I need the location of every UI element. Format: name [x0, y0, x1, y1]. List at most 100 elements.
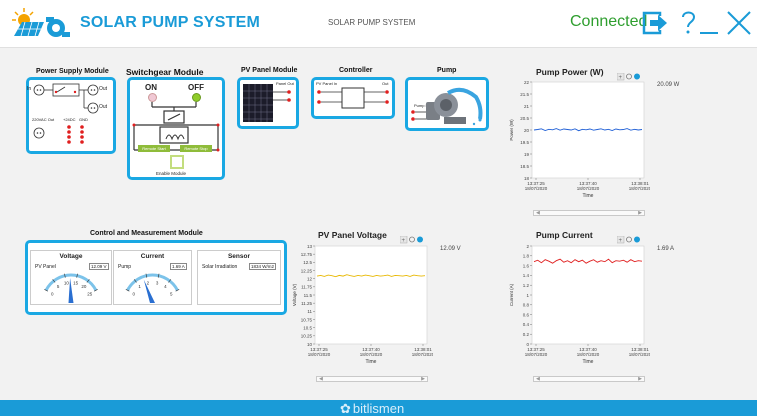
- pv-voltage-title: PV Panel Voltage: [318, 230, 387, 240]
- gauge-tick-label: 10: [64, 280, 70, 285]
- y-tick-label: 1: [526, 293, 529, 298]
- pv-panel-title: PV Panel Module: [241, 67, 298, 74]
- pv-panel-module[interactable]: Panel Out: [237, 77, 299, 129]
- pump-current-toolbar[interactable]: +: [616, 231, 641, 244]
- y-tick-label: 19: [524, 152, 530, 157]
- gauge-tick-label: 1: [138, 284, 141, 289]
- x-tick-date: 18/07/2020: [629, 186, 650, 191]
- solar-panel-icon: [243, 84, 291, 122]
- y-tick-label: 10.5: [303, 325, 312, 330]
- gauge-tick-label: 5: [170, 291, 173, 296]
- y-tick-label: 20.5: [520, 116, 529, 121]
- y-tick-label: 11.75: [301, 285, 312, 290]
- solar-pump-logo-icon: [10, 6, 72, 42]
- y-tick-label: 12: [307, 276, 313, 281]
- y-axis-label: Voltage (V): [292, 283, 297, 306]
- y-tick-label: 21: [524, 104, 530, 109]
- y-tick-label: 0.4: [523, 322, 530, 327]
- pv-voltage-reading: 12.09 V: [440, 246, 461, 252]
- sensor-panel-title: Sensor: [227, 253, 251, 260]
- dc-label: +24DC: [63, 117, 76, 122]
- x-tick-date: 18/07/2020: [308, 352, 331, 357]
- power-in-label: In: [27, 86, 32, 92]
- gauge-tick-label: 20: [81, 284, 87, 289]
- gauge-tick-label: 25: [87, 291, 93, 296]
- remote-start-button[interactable]: Remote Start: [138, 145, 170, 152]
- voltage-gauge: 05 10 152025: [44, 273, 98, 303]
- y-tick-label: 22: [524, 80, 530, 85]
- controller-title: Controller: [339, 67, 373, 74]
- remote-stop-button[interactable]: Remote Stop: [180, 145, 212, 152]
- x-tick-date: 18/07/2020: [577, 186, 600, 191]
- gauge-tick-label: 0: [133, 291, 136, 296]
- y-tick-label: 2: [526, 244, 529, 249]
- sensor-label: Solar Irradiation: [202, 264, 238, 270]
- y-tick-label: 11.5: [304, 293, 313, 298]
- sensor-panel: Sensor Solar Irradiation 1834 W/m2: [197, 250, 281, 305]
- sensor-value: 1834 W/m2: [249, 263, 277, 270]
- voltage-panel: Voltage PV Panel 12.09 V 0 5 10 15 20 25: [30, 250, 112, 305]
- x-tick-date: 18/07/2020: [525, 352, 548, 357]
- brand-logo: ✿ bitlismen: [340, 402, 404, 416]
- pv-voltage-toolbar[interactable]: +: [399, 231, 424, 244]
- y-tick-label: 10.25: [301, 334, 313, 339]
- controller-module[interactable]: PV Panel In Out: [311, 77, 395, 119]
- control-module-title: Control and Measurement Module: [90, 230, 203, 237]
- current-gauge: 01 2 345: [125, 273, 180, 303]
- y-tick-label: 10.75: [301, 317, 313, 322]
- pump-current-reading: 1.69 A: [657, 246, 675, 252]
- pump-power-toolbar[interactable]: +: [616, 68, 641, 81]
- y-tick-label: 11.25: [301, 301, 312, 306]
- pump-power-scrollbar[interactable]: ◀ ▶: [533, 210, 645, 216]
- gauge-tick-label: 15: [73, 280, 79, 285]
- y-tick-label: 0.6: [523, 312, 530, 317]
- y-tick-label: 1.4: [523, 273, 530, 278]
- app-header: SOLAR PUMP SYSTEM SOLAR PUMP SYSTEM Conn…: [0, 0, 757, 48]
- pump-power-chart: 2221.52120.52019.51918.51813:37:2518/07/…: [509, 80, 650, 199]
- window-title: SOLAR PUMP SYSTEM: [328, 18, 416, 27]
- pump-current-title: Pump Current: [536, 230, 593, 240]
- brand-flower-icon: ✿: [340, 401, 351, 416]
- gauge-tick-label: 0: [51, 291, 54, 296]
- app-footer: ✿ bitlismen: [0, 400, 757, 416]
- power-supply-title: Power Supply Module: [36, 68, 109, 75]
- gauge-tick-label: 5: [57, 284, 60, 289]
- pv-voltage-scrollbar[interactable]: ◀ ▶: [316, 376, 428, 382]
- y-tick-label: 13: [307, 244, 313, 249]
- x-tick-date: 18/07/2020: [412, 352, 433, 357]
- pump-current-chart: 21.81.61.41.210.80.60.40.2013:37:2518/07…: [509, 244, 650, 365]
- pump-icon: [411, 87, 483, 126]
- y-axis-label: Power (W): [509, 119, 514, 141]
- y-tick-label: 12.5: [303, 260, 312, 265]
- exit-icon[interactable]: [638, 6, 672, 40]
- plot-area: [531, 81, 645, 179]
- pv-voltage-chart: 13 12.75 12.5 12.25 12 11.75 11.5 11.25 11 10.75 1…: [292, 244, 433, 365]
- plot-area: [314, 245, 428, 345]
- power-supply-module[interactable]: In Out Out 220VAC Out +24DC GND: [26, 77, 116, 154]
- gauge-needle: [143, 279, 155, 303]
- enable-module-checkbox[interactable]: [170, 155, 184, 169]
- switchgear-title: Switchgear Module: [126, 67, 204, 77]
- y-tick-label: 19.5: [520, 140, 529, 145]
- pump-current-scrollbar[interactable]: ◀ ▶: [533, 376, 645, 382]
- y-tick-label: 0.2: [523, 332, 530, 337]
- gauge-arc: [126, 273, 179, 292]
- x-tick-date: 18/07/2020: [360, 352, 383, 357]
- pump-power-reading: 20.09 W: [657, 82, 680, 88]
- brand-name: bitlismen: [352, 401, 405, 416]
- y-tick-label: 11: [307, 309, 312, 314]
- pump-module[interactable]: Pump In: [405, 77, 489, 131]
- gauge-tick-label: 2: [147, 280, 150, 285]
- controller-diagram: [317, 87, 389, 109]
- x-tick-date: 18/07/2020: [629, 352, 650, 357]
- app-title: SOLAR PUMP SYSTEM: [80, 14, 261, 31]
- gnd-label: GND: [79, 117, 88, 122]
- voltage-panel-title: Voltage: [59, 253, 83, 260]
- x-axis-label: Time: [366, 359, 377, 365]
- switchgear-module[interactable]: ON OFF Remote Start Remote Stop Enable M…: [127, 77, 225, 180]
- gauge-tick-label: 4: [164, 284, 167, 289]
- current-panel-title: Current: [140, 253, 165, 260]
- x-tick-date: 18/07/2020: [525, 186, 548, 191]
- close-icon[interactable]: [720, 6, 754, 40]
- pump-title: Pump: [437, 67, 457, 74]
